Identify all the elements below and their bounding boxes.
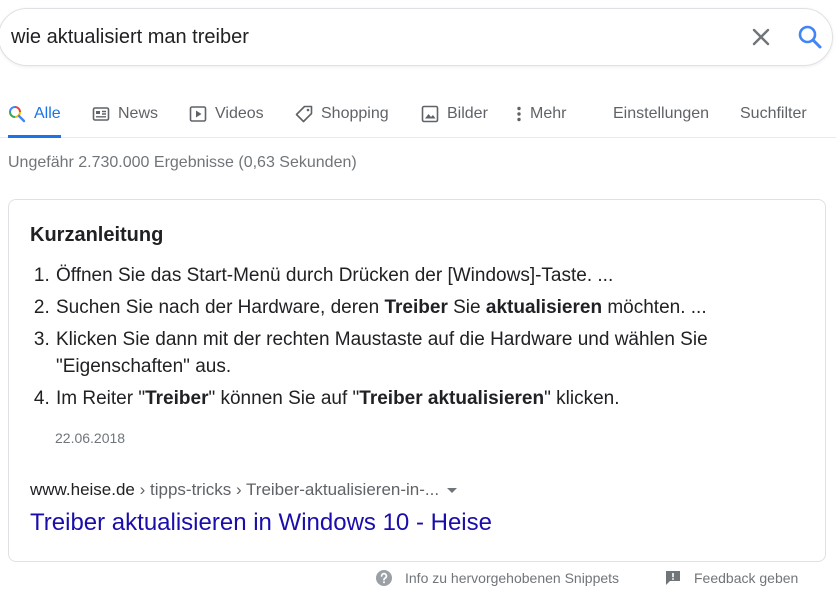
- search-icon: [8, 105, 26, 123]
- clear-icon[interactable]: [749, 25, 773, 49]
- tab-suchfilter[interactable]: Suchfilter: [740, 90, 807, 137]
- tab-label: Einstellungen: [613, 104, 710, 122]
- search-icon[interactable]: [796, 23, 824, 51]
- step-highlight: Treiber: [384, 297, 448, 318]
- about-snippets-link[interactable]: Info zu hervorgehobenen Snippets: [375, 566, 619, 590]
- step-text: " klicken.: [544, 388, 620, 409]
- tab-shopping[interactable]: Shopping: [295, 90, 389, 137]
- search-tabs: Alle News Videos Shopping Bilder Mehr Ei…: [0, 90, 836, 138]
- result-stats: Ungefähr 2.730.000 Ergebnisse (0,63 Seku…: [8, 154, 357, 171]
- tab-label: Shopping: [321, 104, 389, 122]
- result-title-link[interactable]: Treiber aktualisieren in Windows 10 - He…: [30, 509, 492, 537]
- tag-icon: [295, 105, 313, 123]
- snippet-steps: Öffnen Sie das Start-Menü durch Drücken …: [30, 262, 835, 417]
- step-text: " können Sie auf ": [208, 388, 360, 409]
- tab-label: Videos: [215, 104, 264, 122]
- tab-label: Alle: [34, 104, 61, 122]
- about-snippets-label: Info zu hervorgehobenen Snippets: [405, 570, 620, 586]
- result-url: www.heise.de › tipps-tricks › Treiber-ak…: [30, 480, 458, 500]
- tab-news[interactable]: News: [92, 90, 158, 137]
- step-text: Im Reiter ": [56, 388, 146, 409]
- step-highlight: Treiber: [145, 388, 209, 409]
- tab-label: News: [118, 104, 159, 122]
- list-item: Suchen Sie nach der Hardware, deren Trei…: [55, 294, 835, 321]
- cite-domain: www.heise.de: [30, 480, 135, 499]
- news-icon: [92, 105, 110, 123]
- search-bar[interactable]: wie aktualisiert man treiber: [0, 8, 833, 66]
- search-divider: [786, 23, 787, 51]
- help-icon: [375, 569, 393, 587]
- image-icon: [421, 105, 439, 123]
- list-item: Im Reiter "Treiber" können Sie auf "Trei…: [55, 385, 835, 412]
- tab-label: Mehr: [530, 104, 567, 122]
- caret-down-icon[interactable]: [447, 488, 458, 494]
- tab-mehr[interactable]: Mehr: [516, 90, 566, 137]
- cite-path: › tipps-tricks › Treiber-aktualisieren-i…: [134, 480, 440, 499]
- step-text: Sie: [447, 297, 486, 318]
- snippet-footer: Info zu hervorgehobenen Snippets Feedbac…: [0, 566, 836, 590]
- list-item: Klicken Sie dann mit der rechten Maustas…: [55, 326, 835, 380]
- tab-videos[interactable]: Videos: [189, 90, 264, 137]
- feedback-label: Feedback geben: [694, 570, 799, 586]
- more-vert-icon: [516, 105, 522, 123]
- search-query[interactable]: wie aktualisiert man treiber: [11, 26, 249, 49]
- step-text: Klicken Sie dann mit der rechten Maustas…: [56, 329, 708, 377]
- list-item: Öffnen Sie das Start-Menü durch Drücken …: [55, 262, 835, 289]
- step-text: Öffnen Sie das Start-Menü durch Drücken …: [56, 265, 614, 286]
- step-highlight: aktualisieren: [485, 297, 603, 318]
- snippet-date: 22.06.2018: [55, 430, 126, 446]
- step-text: Suchen Sie nach der Hardware, deren: [56, 297, 385, 318]
- tab-label: Bilder: [447, 104, 488, 122]
- video-icon: [189, 105, 207, 123]
- feedback-link[interactable]: Feedback geben: [664, 566, 798, 590]
- featured-snippet: Kurzanleitung Öffnen Sie das Start-Menü …: [8, 199, 826, 562]
- active-tab-indicator: [8, 135, 61, 138]
- feedback-icon: [664, 569, 682, 587]
- tab-einstellungen[interactable]: Einstellungen: [613, 90, 709, 137]
- snippet-heading: Kurzanleitung: [30, 224, 164, 246]
- tab-alle[interactable]: Alle: [8, 90, 61, 138]
- step-highlight: Treiber aktualisieren: [359, 388, 545, 409]
- tab-bilder[interactable]: Bilder: [421, 90, 488, 137]
- step-text: möchten. ...: [602, 297, 707, 318]
- tab-label: Suchfilter: [740, 104, 807, 122]
